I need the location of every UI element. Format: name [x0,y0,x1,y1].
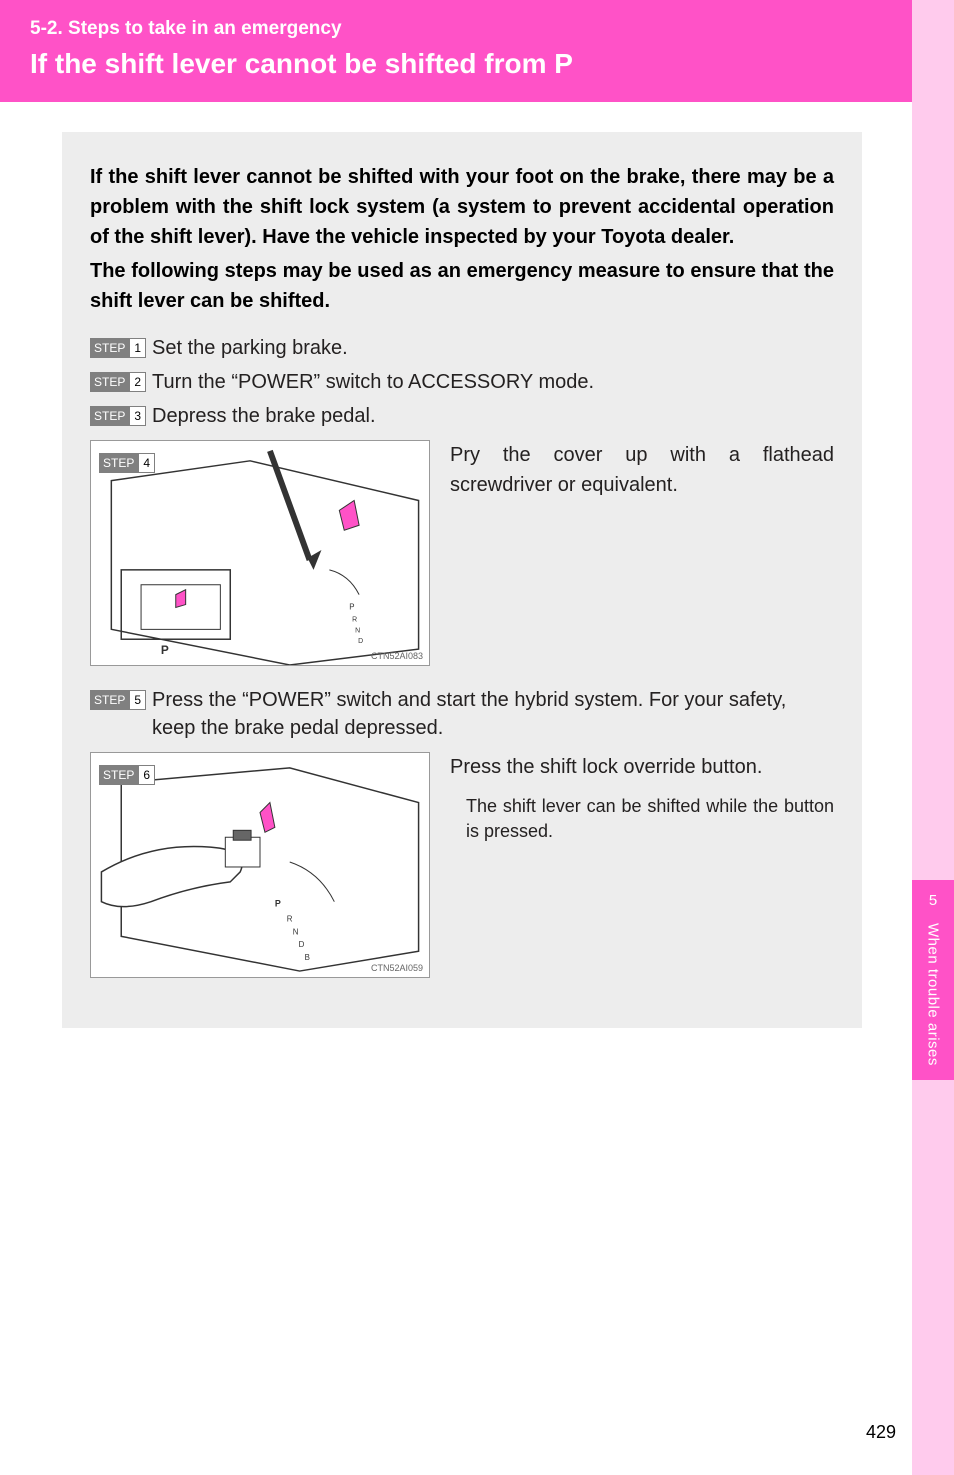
step-number: 3 [129,406,146,426]
step-number: 2 [129,372,146,392]
page-number: 429 [866,1422,896,1443]
main-column: 5-2. Steps to take in an emergency If th… [0,0,912,1475]
step-text-4: Pry the cover up with a flathead screwdr… [450,440,834,500]
svg-text:P: P [349,602,354,611]
steps-area: STEP 1 Set the parking brake. STEP 2 Tur… [90,334,834,978]
svg-text:P: P [275,899,281,909]
step-number: 4 [138,453,155,473]
intro-paragraph-2: The following steps may be used as an em… [90,256,834,316]
content-box: If the shift lever cannot be shifted wit… [62,132,862,1028]
figure-step-6: STEP 6 P R N [90,752,430,978]
step-text-1: Set the parking brake. [152,334,834,362]
step-3: STEP 3 Depress the brake pedal. [90,402,834,430]
svg-text:N: N [293,927,299,936]
step-badge-2: STEP 2 [90,372,146,392]
header-band: 5-2. Steps to take in an emergency If th… [0,0,912,102]
step-word: STEP [90,406,129,426]
step-badge-3: STEP 3 [90,406,146,426]
step-badge-4: STEP 4 [99,453,155,473]
step-2: STEP 2 Turn the “POWER” switch to ACCESS… [90,368,834,396]
step-1: STEP 1 Set the parking brake. [90,334,834,362]
step-word: STEP [90,338,129,358]
svg-text:R: R [287,914,293,923]
svg-text:P: P [161,643,169,657]
step-text-3: Depress the brake pedal. [152,402,834,430]
figure-step-4: STEP 4 P [90,440,430,666]
chapter-tab: 5 When trouble arises [912,880,954,1080]
page-container: 5-2. Steps to take in an emergency If th… [0,0,954,1475]
chapter-number: 5 [929,892,937,909]
step-number: 6 [138,765,155,785]
step-word: STEP [90,372,129,392]
section-title: If the shift lever cannot be shifted fro… [30,48,912,80]
step-word: STEP [99,765,138,785]
step-word: STEP [90,690,129,710]
step-6: STEP 6 P R N [90,752,834,978]
step-5: STEP 5 Press the “POWER” switch and star… [90,686,834,742]
step-text-6: Press the shift lock override button. [450,752,834,782]
svg-text:B: B [305,953,310,962]
section-label: 5-2. Steps to take in an emergency [30,18,912,40]
step-number: 5 [129,690,146,710]
step-subtext-6: The shift lever can be shifted while the… [466,794,834,844]
svg-text:D: D [299,940,305,949]
screwdriver-diagram-icon: P P R N D [91,441,429,665]
press-button-diagram-icon: P R N D B [91,753,429,977]
intro-paragraph-1: If the shift lever cannot be shifted wit… [90,162,834,252]
step-badge-6: STEP 6 [99,765,155,785]
image-code: CTN52AI059 [371,963,423,973]
svg-text:N: N [355,627,360,634]
step-number: 1 [129,338,146,358]
step-text-2: Turn the “POWER” switch to ACCESSORY mod… [152,368,834,396]
step-badge-1: STEP 1 [90,338,146,358]
chapter-title: When trouble arises [925,923,942,1066]
step-6-side: Press the shift lock override button. Th… [450,752,834,844]
right-rail: 5 When trouble arises [912,0,954,1475]
svg-text:R: R [352,616,357,623]
step-word: STEP [99,453,138,473]
step-4: STEP 4 P [90,440,834,666]
image-code: CTN52AI083 [371,651,423,661]
svg-text:D: D [358,638,363,645]
step-text-5: Press the “POWER” switch and start the h… [152,686,834,742]
step-badge-5: STEP 5 [90,690,146,710]
